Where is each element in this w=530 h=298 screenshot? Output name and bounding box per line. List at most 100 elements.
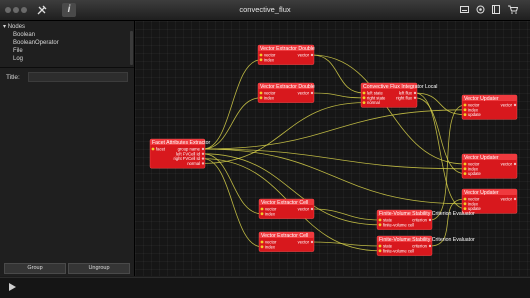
input-port-label: update <box>468 112 481 117</box>
graph-node[interactable]: Vector Updatervectorindexupdatevector <box>461 188 518 214</box>
input-port[interactable] <box>378 249 382 253</box>
connection-wire <box>311 54 365 94</box>
node-title: Vector Extractor Cell <box>261 233 308 239</box>
output-port[interactable] <box>201 162 205 165</box>
output-port[interactable] <box>310 207 314 211</box>
eye-icon[interactable] <box>476 5 485 14</box>
node-library-tree: ▾ Nodes Boolean BooleanOperator File Log <box>3 23 59 63</box>
output-port-label: vector <box>298 207 310 212</box>
graph-node[interactable]: Finite-Volume Stability Criterion Evalua… <box>376 209 475 230</box>
output-port-label: criterion <box>412 218 428 223</box>
tree-root-nodes[interactable]: ▾ Nodes <box>3 23 59 31</box>
input-port[interactable] <box>259 96 263 100</box>
graph-canvas[interactable]: Facet Attributes Extractor facet group nam… <box>135 21 530 276</box>
output-port[interactable] <box>413 96 417 100</box>
output-port[interactable] <box>428 218 432 222</box>
output-port[interactable] <box>513 103 517 107</box>
output-port[interactable] <box>201 152 205 155</box>
splitter[interactable] <box>0 67 134 68</box>
output-port[interactable] <box>310 53 314 57</box>
node-graph[interactable]: Facet Attributes Extractorfacet group nam… <box>135 21 530 276</box>
input-port[interactable] <box>260 212 264 216</box>
tree-item-file[interactable]: File <box>3 47 59 55</box>
node-title: Finite-Volume Stability Criterion Evalua… <box>379 211 475 217</box>
graph-node[interactable]: Finite-Volume Stability Criterion Evalua… <box>376 235 475 256</box>
output-port[interactable] <box>413 91 417 95</box>
input-port-label: index <box>265 244 276 249</box>
output-port[interactable] <box>310 240 314 244</box>
output-port-label: vector <box>501 103 513 108</box>
input-port[interactable] <box>260 240 264 244</box>
graph-node[interactable]: Facet Attributes Extractorfacet group nam… <box>149 138 211 169</box>
input-port[interactable] <box>378 218 382 222</box>
input-port-label: finite-volume cell <box>383 222 414 227</box>
ungroup-button[interactable]: Ungroup <box>68 263 130 274</box>
graph-node[interactable]: Convective Flux Integrator Localleft sta… <box>360 82 437 108</box>
node-title: Vector Extractor Cell <box>261 200 308 206</box>
panel-icon[interactable] <box>492 5 500 14</box>
node-title: Facet Attributes Extractor <box>152 140 211 146</box>
tree-item-boolean-operator[interactable]: BooleanOperator <box>3 39 59 47</box>
graph-node[interactable]: Vector Updatervectorindexupdatevector <box>461 94 518 120</box>
output-port-label: criterion <box>412 244 428 249</box>
input-port[interactable] <box>378 223 382 227</box>
input-port[interactable] <box>362 91 366 95</box>
input-port-label: index <box>264 57 275 62</box>
input-port[interactable] <box>463 108 467 112</box>
input-port-label: normal <box>367 100 380 105</box>
node-title: Finite-Volume Stability Criterion Evalua… <box>379 237 475 243</box>
title-label: Title: <box>6 74 20 81</box>
tree-item-log[interactable]: Log <box>3 55 59 63</box>
input-port[interactable] <box>362 96 366 100</box>
output-port-label: vector <box>298 91 310 96</box>
input-port[interactable] <box>463 172 467 176</box>
output-port[interactable] <box>310 91 314 95</box>
input-port[interactable] <box>463 103 467 107</box>
output-port[interactable] <box>513 162 517 166</box>
input-port[interactable] <box>378 244 382 248</box>
graph-node[interactable]: Vector Extractor Cellvectorindexvector <box>258 198 315 219</box>
input-port[interactable] <box>463 202 467 206</box>
output-port-label: vector <box>298 53 310 58</box>
input-port[interactable] <box>463 207 467 211</box>
output-port[interactable] <box>513 197 517 201</box>
sidebar: ▾ Nodes Boolean BooleanOperator File Log… <box>0 21 135 276</box>
input-port[interactable] <box>259 91 263 95</box>
node-title: Vector Updater <box>464 155 499 161</box>
output-port[interactable] <box>201 147 205 151</box>
output-port[interactable] <box>428 244 432 248</box>
input-port[interactable] <box>463 197 467 201</box>
input-port[interactable] <box>260 207 264 211</box>
title-input[interactable] <box>28 72 128 82</box>
node-title: Vector Extractor Double <box>260 84 315 90</box>
input-port[interactable] <box>463 167 467 171</box>
input-port[interactable] <box>463 162 467 166</box>
input-port[interactable] <box>463 113 467 116</box>
output-port[interactable] <box>201 157 205 160</box>
node-title: Vector Updater <box>464 190 499 196</box>
input-port[interactable] <box>151 147 155 151</box>
connection-wire <box>311 54 466 165</box>
graph-node[interactable]: Vector Updatervectorindexupdatevector <box>461 153 518 179</box>
play-icon[interactable] <box>9 283 16 291</box>
node-title: Vector Extractor Double <box>260 46 315 52</box>
output-port-label: vector <box>298 240 310 245</box>
input-port-label: index <box>264 95 275 100</box>
connection-wire <box>311 92 365 99</box>
node-title: Vector Updater <box>464 96 499 102</box>
input-port[interactable] <box>260 245 264 249</box>
cart-icon[interactable] <box>508 5 518 14</box>
graph-node[interactable]: Vector Extractor Cellvectorindexvector <box>258 231 315 252</box>
tree-item-boolean[interactable]: Boolean <box>3 31 59 39</box>
disclosure-triangle-icon[interactable]: ▾ <box>3 24 6 30</box>
graph-node[interactable]: Vector Extractor Doublevectorindexvector <box>257 82 315 103</box>
input-port-label: update <box>468 171 481 176</box>
input-port[interactable] <box>259 53 263 57</box>
input-port[interactable] <box>259 58 263 62</box>
input-port[interactable] <box>362 101 366 104</box>
keyboard-icon[interactable] <box>460 6 469 13</box>
tree-scrollbar[interactable] <box>130 31 133 65</box>
group-button[interactable]: Group <box>4 263 66 274</box>
input-port-label: finite-volume cell <box>383 248 414 253</box>
graph-node[interactable]: Vector Extractor Doublevectorindexvector <box>257 44 315 65</box>
